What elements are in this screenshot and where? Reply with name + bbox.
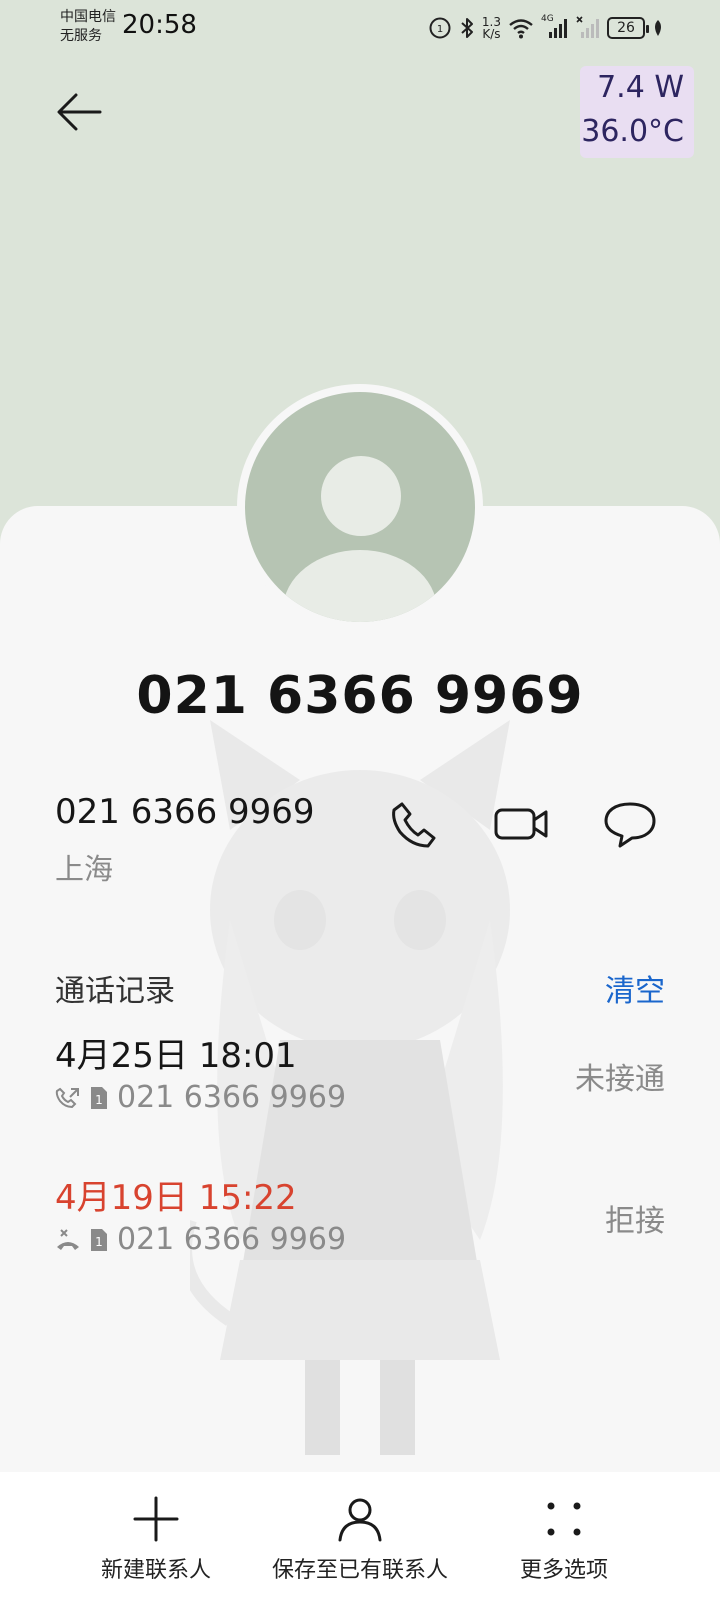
carrier-info: 中国电信 无服务	[60, 8, 116, 46]
power-reading: 7.4 W	[597, 70, 684, 105]
avatar[interactable]	[245, 392, 475, 622]
power-saving-leaf-icon	[655, 20, 661, 36]
bluetooth-icon	[461, 18, 473, 38]
video-call-button[interactable]	[490, 792, 554, 856]
number-row[interactable]: 021 6366 9969 上海	[55, 792, 315, 888]
avatar-body-icon	[283, 550, 437, 622]
call-log-title: 通话记录	[55, 974, 175, 1009]
network-speed-unit: K/s	[482, 27, 501, 41]
signal-4g-icon: 4G	[541, 14, 569, 40]
power-temperature-overlay: 7.4 W 36.0°C	[580, 66, 694, 158]
call-status: 拒接	[605, 1204, 665, 1239]
plus-icon	[133, 1496, 179, 1542]
sim-card-icon: 1	[91, 1086, 107, 1109]
call-number: 021 6366 9969	[117, 1080, 347, 1115]
back-arrow-icon	[57, 93, 102, 131]
status-bar: 中国电信 无服务 20:58 1 1.3 K/s 4G 26	[0, 0, 720, 56]
rejected-call-icon	[57, 1228, 79, 1250]
call-details: 1 021 6366 9969	[55, 1080, 346, 1115]
outgoing-call-icon	[55, 1087, 79, 1108]
message-button[interactable]	[598, 792, 662, 856]
more-options-button[interactable]: 更多选项	[444, 1472, 684, 1600]
signal-no-service-icon	[576, 16, 599, 38]
wifi-icon	[509, 19, 533, 39]
svg-text:1: 1	[437, 24, 443, 35]
avatar-head-icon	[321, 456, 401, 536]
phone-icon	[392, 802, 436, 848]
call-log-entry[interactable]: 4月25日 18:01 1 021 6366 9969 未接通	[55, 1028, 665, 1138]
carrier-name: 中国电信	[60, 9, 116, 25]
temperature-reading: 36.0°C	[581, 114, 684, 149]
call-button[interactable]	[382, 792, 446, 856]
bottom-action-bar: 新建联系人 保存至已有联系人 更多选项	[0, 1472, 720, 1600]
status-icons: 1 1.3 K/s 4G 26	[428, 14, 664, 42]
more-options-label: 更多选项	[519, 1558, 608, 1583]
call-time: 4月19日 15:22	[55, 1178, 297, 1218]
more-options-icon	[547, 1502, 581, 1536]
call-details: 1 021 6366 9969	[55, 1222, 346, 1257]
person-icon	[338, 1498, 382, 1542]
hd-call-icon: 1	[429, 17, 451, 39]
call-log-entry[interactable]: 4月19日 15:22 1 021 6366 9969 拒接	[55, 1170, 665, 1280]
sim-card-icon: 1	[91, 1228, 107, 1251]
call-status: 未接通	[575, 1062, 665, 1097]
status-clock: 20:58	[122, 10, 197, 40]
svg-text:1: 1	[95, 1093, 103, 1107]
service-status: 无服务	[60, 28, 102, 44]
battery-indicator: 26	[607, 17, 649, 39]
call-time: 4月25日 18:01	[55, 1036, 297, 1076]
video-call-icon	[494, 808, 548, 840]
contact-title-number: 021 6366 9969	[136, 666, 584, 726]
message-icon	[604, 802, 656, 848]
phone-number: 021 6366 9969	[55, 792, 315, 832]
number-location: 上海	[55, 852, 114, 886]
battery-level: 26	[617, 20, 635, 36]
call-number: 021 6366 9969	[117, 1222, 347, 1257]
svg-text:1: 1	[95, 1235, 103, 1249]
network-speed: 1.3 K/s	[482, 16, 501, 40]
clear-call-log-button[interactable]: 清空	[605, 966, 665, 1010]
back-button[interactable]	[54, 90, 104, 134]
avatar-ring	[237, 384, 483, 630]
